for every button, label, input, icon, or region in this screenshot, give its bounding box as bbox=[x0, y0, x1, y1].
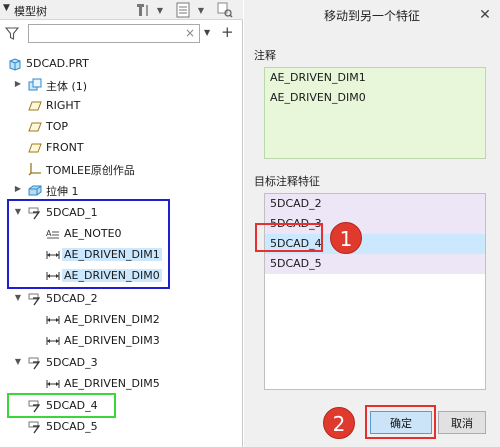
dimension-icon bbox=[46, 377, 60, 391]
expanded-arrow-icon[interactable]: ▼ bbox=[13, 357, 23, 366]
tree-item[interactable]: TOMLEE原创作品 bbox=[0, 159, 243, 179]
tree-item[interactable]: AE_DRIVEN_DIM5 bbox=[0, 374, 243, 394]
tree-item-label: TOP bbox=[46, 120, 69, 133]
filter-row: × ▼ + bbox=[0, 21, 243, 47]
add-icon[interactable]: + bbox=[221, 23, 234, 41]
target-feature-item[interactable]: 5DCAD_2 bbox=[265, 194, 485, 214]
tree-item[interactable]: AE_DRIVEN_DIM0 bbox=[0, 266, 243, 286]
tree-item[interactable]: 5DCAD_5 bbox=[0, 417, 243, 437]
expanded-arrow-icon[interactable]: ▼ bbox=[13, 293, 23, 302]
tree-item[interactable]: TOP bbox=[0, 117, 243, 137]
note-icon: A bbox=[46, 227, 60, 241]
tree-item[interactable]: A AE_NOTE0 bbox=[0, 224, 243, 244]
target-feature-label: 目标注释特征 bbox=[254, 175, 320, 188]
datum-plane-icon bbox=[28, 141, 42, 155]
close-icon[interactable]: ✕ bbox=[476, 6, 494, 24]
annotation-item[interactable]: AE_DRIVEN_DIM1 bbox=[265, 68, 485, 88]
datum-plane-icon bbox=[28, 120, 42, 134]
tree-item[interactable]: ▶ 主体 (1) bbox=[0, 75, 243, 95]
tree-search-box[interactable]: × bbox=[28, 24, 200, 43]
tree-item-label: AE_DRIVEN_DIM3 bbox=[64, 334, 160, 347]
tree-item-label: 5DCAD_5 bbox=[46, 420, 98, 433]
svg-text:A: A bbox=[46, 229, 52, 238]
annotation-feature-icon bbox=[28, 356, 42, 370]
tree-item[interactable]: ▼ 5DCAD_2 bbox=[0, 289, 243, 309]
tree-item-label: 5DCAD.PRT bbox=[26, 57, 89, 70]
filter-icon[interactable] bbox=[4, 27, 20, 43]
clear-icon[interactable]: × bbox=[185, 26, 195, 40]
tree-item-label: AE_NOTE0 bbox=[64, 227, 122, 240]
tree-item[interactable]: AE_DRIVEN_DIM2 bbox=[0, 310, 243, 330]
annotation-feature-icon bbox=[28, 399, 42, 413]
dimension-icon bbox=[46, 313, 60, 327]
tree-item[interactable]: 5DCAD.PRT bbox=[0, 54, 243, 74]
extrude-icon bbox=[28, 183, 42, 197]
annotation-item[interactable]: AE_DRIVEN_DIM0 bbox=[265, 88, 485, 108]
tree-item[interactable]: ▼ 5DCAD_3 bbox=[0, 353, 243, 373]
tree-item-label: AE_DRIVEN_DIM0 bbox=[62, 269, 162, 282]
annotations-label: 注释 bbox=[254, 49, 276, 62]
collapse-arrow-icon[interactable]: ▼ bbox=[3, 3, 10, 13]
target-feature-item[interactable]: 5DCAD_4 bbox=[265, 234, 485, 254]
expanded-arrow-icon[interactable]: ▼ bbox=[13, 207, 23, 216]
datum-plane-icon bbox=[28, 99, 42, 113]
target-feature-list[interactable]: 5DCAD_2 5DCAD_3 5DCAD_4 5DCAD_5 bbox=[264, 193, 486, 390]
move-to-feature-dialog: 移动到另一个特征 ✕ 注释 AE_DRIVEN_DIM1 AE_DRIVEN_DI… bbox=[244, 0, 500, 447]
settings-list-icon[interactable] bbox=[174, 1, 192, 19]
tree-search-input[interactable] bbox=[29, 25, 179, 42]
tree-item-label: AE_DRIVEN_DIM5 bbox=[64, 377, 160, 390]
step-badge-2: 2 bbox=[323, 407, 355, 439]
tree-item-label: AE_DRIVEN_DIM2 bbox=[64, 313, 160, 326]
tree-item-label: 5DCAD_1 bbox=[46, 206, 98, 219]
collapsed-arrow-icon[interactable]: ▶ bbox=[13, 184, 23, 193]
annotation-feature-icon bbox=[28, 292, 42, 306]
model-tree-panel: ▼ 模型树 ▼ ▼ × ▼ + 5DCAD.PRT ▶ 主体 (1) RIGHT TOP… bbox=[0, 0, 243, 447]
tree-item[interactable]: AE_DRIVEN_DIM3 bbox=[0, 331, 243, 351]
tree-item-label: 主体 (1) bbox=[46, 80, 88, 93]
coordinate-system-icon bbox=[28, 162, 42, 176]
body-icon bbox=[28, 78, 42, 92]
tree-item[interactable]: AE_DRIVEN_DIM1 bbox=[0, 245, 243, 265]
tree-item-label: 拉伸 1 bbox=[46, 185, 79, 198]
target-feature-item[interactable]: 5DCAD_3 bbox=[265, 214, 485, 234]
dialog-title: 移动到另一个特征 bbox=[323, 9, 420, 23]
show-icon[interactable] bbox=[216, 1, 234, 19]
tree-item[interactable]: 5DCAD_4 bbox=[0, 396, 243, 416]
tree-item-label: TOMLEE原创作品 bbox=[46, 164, 135, 177]
dimension-icon bbox=[46, 334, 60, 348]
model-tree-header: ▼ 模型树 ▼ ▼ bbox=[0, 0, 243, 20]
dimension-icon bbox=[46, 269, 60, 283]
annotation-feature-icon bbox=[28, 206, 42, 220]
part-icon bbox=[8, 57, 22, 71]
tree-item-label: 5DCAD_2 bbox=[46, 292, 98, 305]
dimension-icon bbox=[46, 248, 60, 262]
tree-item-label: 5DCAD_4 bbox=[46, 399, 98, 412]
tree-item-label: 5DCAD_3 bbox=[46, 356, 98, 369]
tree-item-label: AE_DRIVEN_DIM1 bbox=[62, 248, 162, 261]
collapsed-arrow-icon[interactable]: ▶ bbox=[13, 79, 23, 88]
tree-item[interactable]: FRONT bbox=[0, 138, 243, 158]
target-feature-item[interactable]: 5DCAD_5 bbox=[265, 254, 485, 274]
tools-icon[interactable] bbox=[134, 1, 152, 19]
annotation-feature-icon bbox=[28, 420, 42, 434]
filter-dropdown-icon[interactable]: ▼ bbox=[204, 28, 210, 37]
annotations-list: AE_DRIVEN_DIM1 AE_DRIVEN_DIM0 bbox=[264, 67, 486, 159]
tools-dropdown-icon[interactable]: ▼ bbox=[151, 1, 169, 19]
step-badge-1: 1 bbox=[330, 222, 362, 254]
tree-item[interactable]: ▶ 拉伸 1 bbox=[0, 180, 243, 200]
cancel-button[interactable]: 取消 bbox=[438, 411, 486, 434]
tree-item[interactable]: ▼ 5DCAD_1 bbox=[0, 203, 243, 223]
tree-item[interactable]: RIGHT bbox=[0, 96, 243, 116]
tree-item-label: FRONT bbox=[46, 141, 84, 154]
settings-dropdown-icon[interactable]: ▼ bbox=[192, 1, 210, 19]
model-tree-title: 模型树 bbox=[14, 5, 47, 18]
tree-item-label: RIGHT bbox=[46, 99, 81, 112]
ok-button[interactable]: 确定 bbox=[370, 411, 432, 434]
